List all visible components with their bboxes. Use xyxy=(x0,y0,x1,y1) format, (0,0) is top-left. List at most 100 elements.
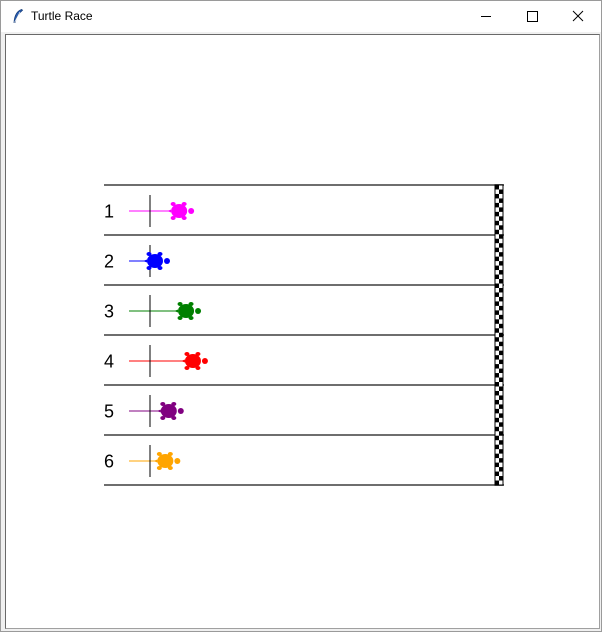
lane-number: 3 xyxy=(104,302,114,322)
finish-line-square xyxy=(495,274,499,280)
finish-line-square xyxy=(499,202,503,208)
finish-line-square xyxy=(499,265,503,271)
finish-line-square xyxy=(499,193,503,199)
finish-line-square xyxy=(495,319,499,325)
maximize-button[interactable] xyxy=(509,1,555,32)
finish-line-square xyxy=(499,261,503,266)
finish-line-square xyxy=(495,310,499,316)
finish-line-square xyxy=(499,462,503,468)
finish-line-square xyxy=(499,346,503,351)
finish-line-square xyxy=(495,301,499,307)
app-window: Turtle Race 1 2 3 4 5 6 xyxy=(0,0,602,632)
finish-line-square xyxy=(499,310,503,316)
lane-number: 6 xyxy=(104,452,114,472)
finish-line-square xyxy=(499,355,503,360)
finish-line-square xyxy=(499,247,503,253)
finish-line-square xyxy=(495,287,499,293)
finish-line-square xyxy=(495,435,499,441)
turtle-icon xyxy=(143,252,170,270)
finish-line-square xyxy=(499,296,503,302)
finish-line-square xyxy=(499,426,503,432)
finish-line-square xyxy=(495,395,499,401)
finish-line-square xyxy=(495,471,499,477)
finish-line-square xyxy=(499,444,503,450)
turtle-icon xyxy=(180,352,208,370)
lane-number: 5 xyxy=(104,402,114,422)
finish-line-square xyxy=(495,202,499,208)
finish-line-square xyxy=(495,449,499,454)
title-bar[interactable]: Turtle Race xyxy=(1,1,601,32)
finish-line-square xyxy=(499,435,503,441)
race-track: 1 2 3 4 5 6 xyxy=(104,184,504,486)
finish-line-square xyxy=(495,265,499,271)
minimize-icon xyxy=(481,16,491,17)
finish-line-square xyxy=(499,422,503,427)
finish-line-square xyxy=(499,292,503,298)
turtle-icon xyxy=(167,202,195,220)
finish-line-square xyxy=(499,453,503,459)
window-title: Turtle Race xyxy=(31,9,93,23)
finish-line-square xyxy=(495,314,499,320)
finish-line-square xyxy=(495,350,499,356)
finish-line-square xyxy=(495,328,499,333)
finish-line-square xyxy=(499,471,503,477)
finish-line-square xyxy=(495,323,499,329)
finish-line-square xyxy=(499,198,503,204)
finish-line-square xyxy=(495,211,499,217)
finish-line-square xyxy=(495,413,499,419)
finish-line-square xyxy=(495,238,499,244)
finish-line-square xyxy=(495,386,499,392)
finish-line-square xyxy=(499,341,503,347)
finish-line-square xyxy=(495,368,499,374)
finish-line-square xyxy=(495,229,499,235)
finish-line-square xyxy=(495,377,499,383)
finish-line-square xyxy=(499,323,503,329)
maximize-icon xyxy=(527,11,538,22)
finish-line-square xyxy=(495,359,499,365)
finish-line-square xyxy=(495,462,499,468)
finish-line-square xyxy=(499,256,503,262)
lane-number: 2 xyxy=(104,252,114,272)
finish-line-square xyxy=(495,390,499,396)
finish-line-square xyxy=(499,328,503,333)
finish-line-square xyxy=(499,229,503,235)
finish-line-square xyxy=(499,274,503,280)
finish-line-square xyxy=(495,346,499,351)
finish-line-square xyxy=(495,220,499,226)
finish-line-square xyxy=(495,189,499,195)
finish-line-square xyxy=(499,359,503,365)
turtle-icon xyxy=(174,302,202,320)
finish-line-square xyxy=(499,337,503,342)
finish-line-square xyxy=(499,350,503,356)
close-button[interactable] xyxy=(555,1,601,32)
finish-line-square xyxy=(495,404,499,410)
finish-line-square xyxy=(495,453,499,459)
finish-line-square xyxy=(495,296,499,302)
turtle-canvas[interactable]: 1 2 3 4 5 6 xyxy=(6,35,599,628)
finish-line-square xyxy=(499,368,503,374)
finish-line-square xyxy=(495,355,499,360)
finish-line-square xyxy=(495,426,499,432)
finish-line-square xyxy=(495,261,499,266)
lane-number: 4 xyxy=(104,352,114,372)
finish-line-square xyxy=(499,431,503,436)
minimize-button[interactable] xyxy=(463,1,509,32)
finish-line-square xyxy=(495,337,499,342)
finish-line-square xyxy=(499,287,503,293)
finish-line-square xyxy=(495,225,499,230)
finish-line-square xyxy=(495,256,499,262)
finish-line-square xyxy=(499,408,503,414)
finish-line-square xyxy=(495,440,499,445)
finish-line-square xyxy=(495,270,499,275)
finish-line-square xyxy=(499,413,503,419)
finish-line-square xyxy=(499,238,503,244)
finish-line-square xyxy=(495,234,499,239)
finish-line-square xyxy=(499,404,503,410)
finish-line-square xyxy=(495,193,499,199)
finish-line-square xyxy=(495,292,499,298)
turtle-icon xyxy=(153,452,181,470)
finish-line-square xyxy=(495,382,499,387)
finish-line-square xyxy=(499,364,503,369)
finish-line-square xyxy=(495,422,499,427)
finish-line-square xyxy=(495,476,499,481)
